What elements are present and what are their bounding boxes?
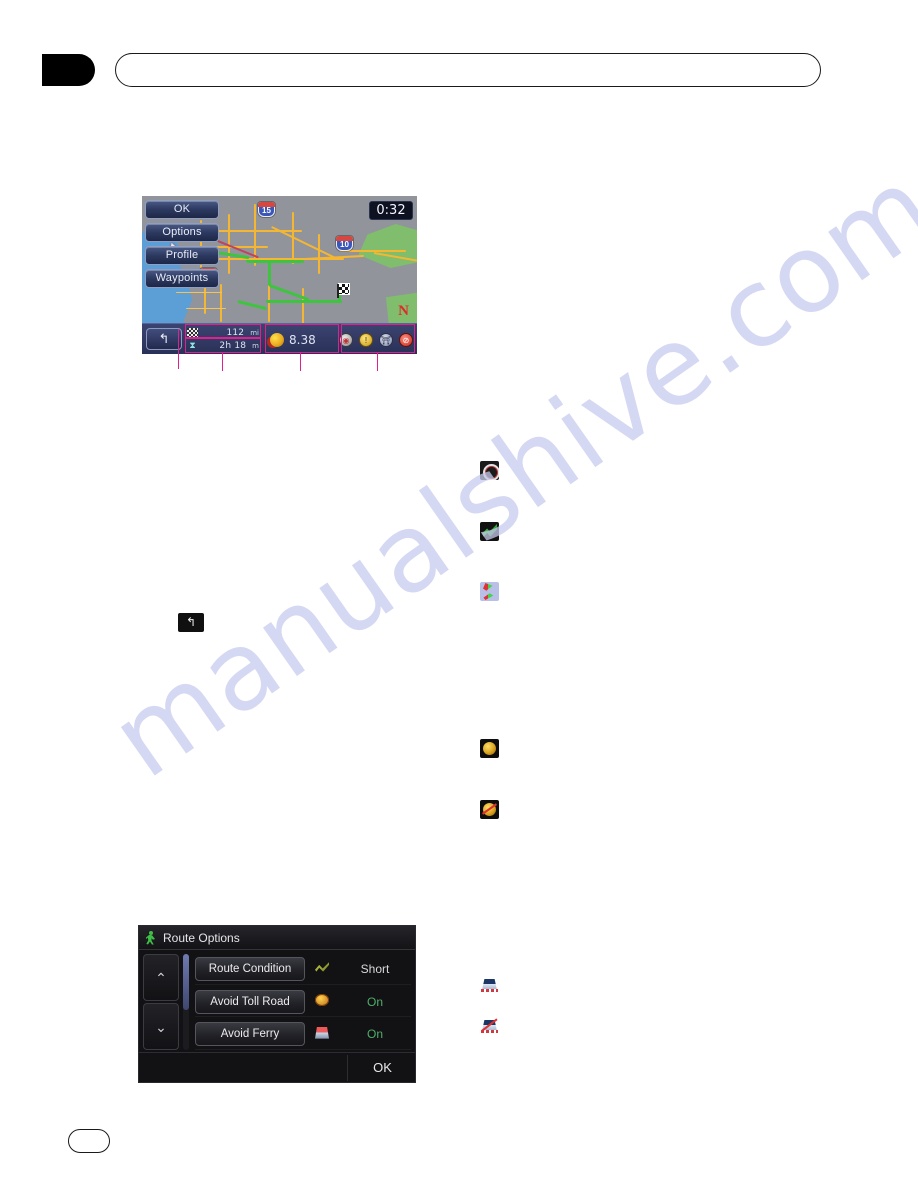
clock-display: 0:32 bbox=[369, 201, 413, 220]
waypoints-button[interactable]: Waypoints bbox=[145, 269, 219, 288]
route-condition-icon-group: ◉ ! ⛩ ⊘ bbox=[339, 330, 413, 349]
compass-north-icon: N bbox=[398, 303, 409, 319]
restricted-icon[interactable]: ⊘ bbox=[399, 332, 413, 347]
scrollbar-track[interactable] bbox=[183, 954, 189, 1050]
callout-leader-line bbox=[222, 353, 223, 371]
ferry-wave-shape bbox=[481, 989, 498, 992]
avoid-toll-road-button[interactable]: Avoid Toll Road bbox=[195, 989, 305, 1014]
route-options-ok-button[interactable]: OK bbox=[347, 1054, 415, 1081]
toll-cost-value: 8.38 bbox=[289, 332, 316, 347]
shortest-route-icon bbox=[480, 522, 499, 541]
park-area bbox=[358, 224, 417, 268]
shield-number: 15 bbox=[262, 206, 271, 215]
route-condition-value: Short bbox=[360, 961, 390, 976]
callout-leader-line bbox=[377, 353, 378, 371]
trip-distance-row: 112 mi bbox=[187, 326, 259, 339]
page-header-bar bbox=[115, 53, 821, 87]
warning-icon[interactable]: ! bbox=[359, 332, 373, 347]
trip-time-row: ⧗ 2h 18 m bbox=[187, 339, 259, 352]
callout-leader-line bbox=[178, 329, 179, 369]
trip-distance-value: 112 bbox=[226, 327, 245, 338]
route-option-row[interactable]: Route Condition Short bbox=[195, 954, 411, 985]
chapter-tab bbox=[42, 54, 95, 86]
destination-flag-icon bbox=[337, 283, 350, 298]
ok-button[interactable]: OK bbox=[145, 200, 219, 219]
route-overview-icon bbox=[480, 582, 499, 601]
bridge-icon[interactable]: ⛩ bbox=[379, 332, 393, 347]
toll-road-icon bbox=[305, 994, 339, 1009]
toll-road-on-icon bbox=[480, 739, 499, 758]
avoid-toll-road-value: On bbox=[366, 994, 383, 1009]
trip-summary[interactable]: 112 mi ⧗ 2h 18 m bbox=[187, 326, 259, 353]
detour-icon bbox=[480, 461, 499, 480]
route-line bbox=[237, 300, 268, 311]
shield-number: 10 bbox=[340, 240, 349, 249]
avoid-ferry-button[interactable]: Avoid Ferry bbox=[195, 1022, 305, 1047]
route-options-list: Route Condition Short Avoid Toll Road On… bbox=[195, 954, 411, 1051]
route-options-footer: OK bbox=[139, 1052, 415, 1082]
checkered-flag-icon bbox=[187, 327, 198, 338]
ferry-off-icon bbox=[480, 1016, 499, 1035]
page-footer-box bbox=[68, 1129, 110, 1153]
hourglass-icon: ⧗ bbox=[189, 340, 196, 351]
toll-cost-display[interactable]: 8.38 bbox=[270, 330, 340, 349]
back-button-reference: ↰ bbox=[178, 613, 204, 632]
manual-page: manualshive.com 15 10 0:32 N OK Options … bbox=[0, 0, 918, 1188]
map-status-bar: ↰ 112 mi ⧗ 2h 18 m 8.38 ◉ ! ⛩ ⊘ bbox=[142, 323, 417, 354]
map-button-column: OK Options Profile Waypoints bbox=[145, 200, 219, 292]
ferry-icon bbox=[305, 1026, 339, 1042]
interstate-shield-15: 15 bbox=[258, 202, 275, 217]
road-segment bbox=[292, 212, 294, 264]
road-segment bbox=[302, 288, 304, 328]
road-segment bbox=[176, 292, 222, 293]
navigation-screenshot: 15 10 5 0:32 N OK Options Profile Waypoi… bbox=[142, 196, 417, 354]
route-option-row[interactable]: Avoid Ferry On bbox=[195, 1019, 411, 1051]
road-segment bbox=[220, 284, 222, 322]
route-options-dialog: Route Options ⌃ ⌄ Route Condition Short … bbox=[138, 925, 416, 1083]
callout-leader-line bbox=[300, 353, 301, 371]
profile-button[interactable]: Profile bbox=[145, 246, 219, 265]
route-options-titlebar: Route Options bbox=[139, 926, 415, 950]
route-option-row[interactable]: Avoid Toll Road On bbox=[195, 987, 411, 1018]
road-segment bbox=[318, 234, 320, 274]
road-segment bbox=[186, 308, 226, 309]
options-button[interactable]: Options bbox=[145, 223, 219, 242]
route-options-title: Route Options bbox=[163, 930, 240, 945]
trip-time-unit: m bbox=[252, 341, 259, 350]
traffic-icon[interactable]: ◉ bbox=[339, 332, 353, 347]
route-line bbox=[246, 260, 304, 263]
route-line bbox=[266, 300, 342, 303]
avoid-ferry-value: On bbox=[366, 1027, 383, 1042]
trip-time-value: 2h 18 bbox=[219, 340, 247, 351]
toll-coin-icon bbox=[270, 332, 284, 347]
back-button[interactable]: ↰ bbox=[146, 328, 182, 350]
scrollbar-thumb[interactable] bbox=[183, 954, 189, 1010]
interstate-shield-10: 10 bbox=[336, 236, 353, 251]
scroll-down-button[interactable]: ⌄ bbox=[143, 1003, 179, 1050]
walking-person-icon bbox=[145, 930, 157, 945]
route-condition-button[interactable]: Route Condition bbox=[195, 956, 305, 981]
scroll-buttons: ⌃ ⌄ bbox=[143, 954, 179, 1050]
road-segment bbox=[271, 226, 335, 259]
route-line bbox=[268, 260, 271, 286]
route-condition-icon bbox=[305, 961, 339, 976]
trip-distance-unit: mi bbox=[250, 328, 259, 337]
scroll-up-button[interactable]: ⌃ bbox=[143, 954, 179, 1001]
ferry-on-icon bbox=[480, 975, 499, 994]
route-options-body: ⌃ ⌄ Route Condition Short Avoid Toll Roa… bbox=[139, 950, 415, 1051]
toll-road-off-icon bbox=[480, 800, 499, 819]
